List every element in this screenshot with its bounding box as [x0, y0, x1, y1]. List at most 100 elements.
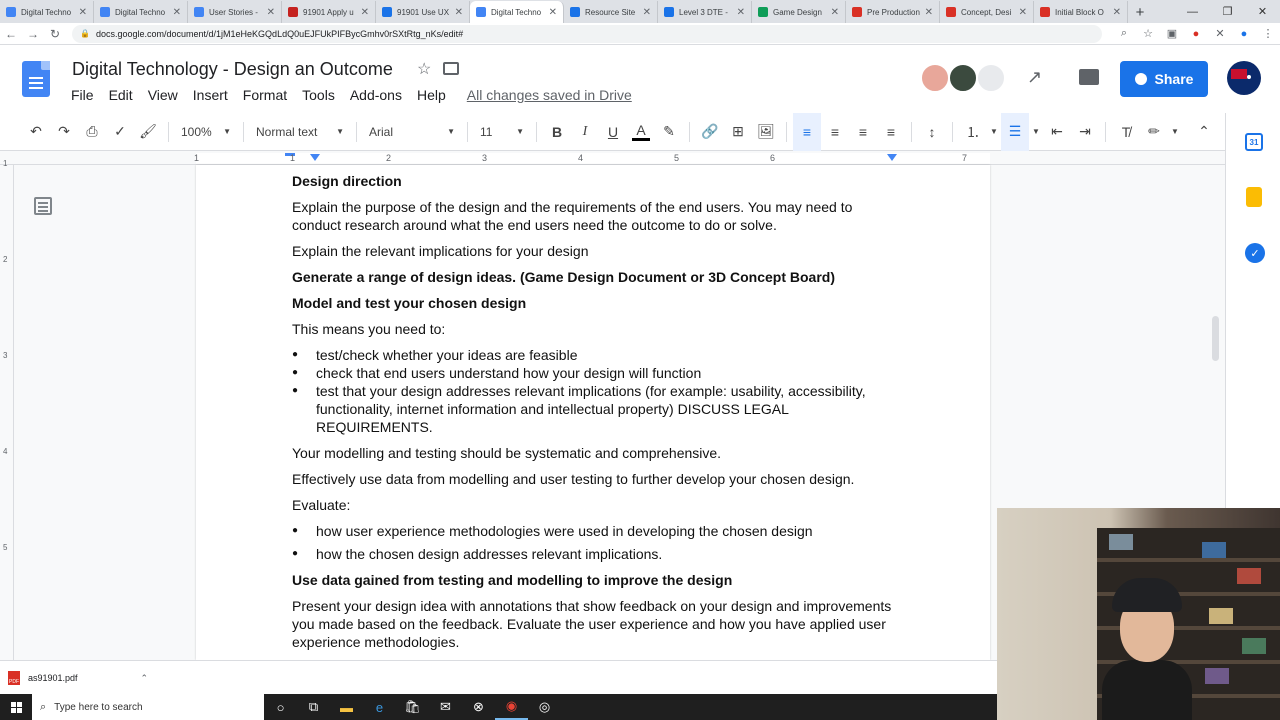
bulleted-list-caret-icon[interactable]: ▼ [1029, 113, 1043, 151]
cortana-icon[interactable]: ○ [264, 694, 297, 720]
menu-item-view[interactable]: View [148, 87, 178, 103]
tab-close-icon[interactable]: ✕ [455, 7, 463, 18]
windows-start-button[interactable] [0, 694, 32, 720]
right-indent-marker[interactable] [887, 154, 897, 161]
numbered-list-caret-icon[interactable]: ▼ [987, 113, 1001, 151]
share-button[interactable]: Share [1120, 61, 1208, 97]
spellcheck-icon[interactable]: ✓ [106, 113, 134, 151]
browser-tab[interactable]: Concept, Desi ✕ [940, 1, 1034, 23]
print-icon[interactable]: ⎙ [78, 113, 106, 151]
reload-icon[interactable]: ↻ [44, 23, 66, 45]
left-indent-marker[interactable] [310, 154, 320, 161]
menu-item-tools[interactable]: Tools [302, 87, 335, 103]
browser-tab[interactable]: Initial Block O ✕ [1034, 1, 1128, 23]
extension-close-icon[interactable]: ✕ [1208, 27, 1232, 40]
profile-icon[interactable]: ● [1232, 28, 1256, 40]
document-outline-icon[interactable] [34, 197, 52, 215]
document-title[interactable]: Digital Technology - Design an Outcome [72, 59, 393, 80]
underline-button[interactable]: U [599, 113, 627, 151]
link-icon[interactable]: 🔗 [696, 113, 724, 151]
edge-icon[interactable]: e [363, 694, 396, 720]
align-center-icon[interactable]: ≡ [821, 113, 849, 151]
zoom-dropdown[interactable]: 100% ▼ [175, 113, 237, 151]
add-comment-icon[interactable]: ⊞ [724, 113, 752, 151]
tab-close-icon[interactable]: ✕ [1019, 7, 1027, 18]
chrome-menu-icon[interactable]: ⋮ [1256, 27, 1280, 40]
italic-button[interactable]: I [571, 113, 599, 151]
font-size-dropdown[interactable]: 11 ▼ [474, 113, 530, 151]
store-icon[interactable]: 🛍 [396, 694, 429, 720]
activity-trend-icon[interactable]: ↗ [1027, 67, 1042, 88]
editing-mode-icon[interactable]: ✏ [1140, 113, 1168, 151]
bulleted-list-icon[interactable]: ☰ [1001, 112, 1029, 151]
browser-tab[interactable]: Digital Techno ✕ [470, 1, 564, 23]
tab-close-icon[interactable]: ✕ [267, 7, 275, 18]
document-body[interactable]: Design direction Explain the purpose of … [292, 172, 902, 660]
tab-close-icon[interactable]: ✕ [361, 7, 369, 18]
docs-logo-icon[interactable] [22, 61, 50, 97]
tab-close-icon[interactable]: ✕ [173, 7, 181, 18]
extension-icon[interactable]: ▣ [1160, 27, 1184, 40]
browser-tab[interactable]: Pre Production ✕ [846, 1, 940, 23]
url-input[interactable]: 🔒 docs.google.com/document/d/1jM1eHeKGQd… [72, 24, 1102, 43]
menu-item-file[interactable]: File [71, 87, 94, 103]
move-folder-icon[interactable] [443, 62, 459, 75]
document-page[interactable]: Design direction Explain the purpose of … [196, 165, 990, 660]
font-dropdown[interactable]: Arial ▼ [363, 113, 461, 151]
star-icon[interactable]: ☆ [417, 59, 431, 79]
align-left-icon[interactable]: ≡ [793, 112, 821, 151]
browser-tab[interactable]: Level 3 DTE - ✕ [658, 1, 752, 23]
chevron-up-icon[interactable]: ⌃ [140, 673, 148, 684]
scrollbar[interactable] [1212, 316, 1219, 361]
paint-format-icon[interactable]: 🖌 [134, 113, 162, 151]
comment-icon[interactable] [1079, 69, 1099, 85]
menu-item-help[interactable]: Help [417, 87, 446, 103]
collapse-toolbar-icon[interactable]: ⌃ [1190, 113, 1218, 151]
tab-close-icon[interactable]: ✕ [737, 7, 745, 18]
clear-formatting-icon[interactable]: T̸ [1112, 113, 1140, 151]
line-spacing-icon[interactable]: ↕ [918, 113, 946, 151]
browser-tab[interactable]: Digital Techno ✕ [94, 1, 188, 23]
back-icon[interactable]: ← [0, 23, 22, 45]
tab-close-icon[interactable]: ✕ [1113, 7, 1121, 18]
align-justify-icon[interactable]: ≡ [877, 113, 905, 151]
close-window-icon[interactable]: ✕ [1245, 0, 1280, 23]
align-right-icon[interactable]: ≡ [849, 113, 877, 151]
download-item[interactable]: PDF as91901.pdf ⌃ [8, 667, 148, 689]
tab-close-icon[interactable]: ✕ [79, 7, 87, 18]
menu-item-addons[interactable]: Add-ons [350, 87, 402, 103]
extension-red-icon[interactable]: ● [1184, 28, 1208, 40]
keep-icon[interactable] [1246, 187, 1262, 207]
menu-item-format[interactable]: Format [243, 87, 287, 103]
tab-close-icon[interactable]: ✕ [831, 7, 839, 18]
task-view-icon[interactable]: ⧉ [297, 694, 330, 720]
numbered-list-icon[interactable]: ⒈ [959, 113, 987, 151]
decrease-indent-icon[interactable]: ⇤ [1043, 113, 1071, 151]
chrome-icon[interactable]: ◉ [495, 694, 528, 720]
text-color-button[interactable]: A [627, 113, 655, 151]
taskbar-search-input[interactable]: ⌕ Type here to search [32, 694, 264, 720]
avatar[interactable] [976, 63, 1006, 93]
bold-button[interactable]: B [543, 113, 571, 151]
style-dropdown[interactable]: Normal text ▼ [250, 113, 350, 151]
menu-item-insert[interactable]: Insert [193, 87, 228, 103]
new-tab-icon[interactable]: + [1128, 1, 1152, 23]
tab-close-icon[interactable]: ✕ [925, 7, 933, 18]
file-explorer-icon[interactable]: ▬ [330, 694, 363, 720]
avatar[interactable] [920, 63, 950, 93]
redo-icon[interactable]: ↷ [50, 113, 78, 151]
browser-tab[interactable]: 91901 Use UX ✕ [376, 1, 470, 23]
minimize-icon[interactable]: — [1175, 0, 1210, 23]
avatar[interactable] [948, 63, 978, 93]
mail-icon[interactable]: ✉ [429, 694, 462, 720]
tasks-icon[interactable]: ✓ [1245, 243, 1265, 263]
browser-tab[interactable]: Game Design ✕ [752, 1, 846, 23]
bookmark-star-icon[interactable]: ☆ [1136, 27, 1160, 40]
xbox-icon[interactable]: ⊗ [462, 694, 495, 720]
browser-tab[interactable]: Digital Techno ✕ [0, 1, 94, 23]
undo-icon[interactable]: ↶ [22, 113, 50, 151]
increase-indent-icon[interactable]: ⇥ [1071, 113, 1099, 151]
highlight-icon[interactable]: ✎ [655, 113, 683, 151]
menu-item-edit[interactable]: Edit [109, 87, 133, 103]
calendar-icon[interactable]: 31 [1245, 133, 1263, 151]
